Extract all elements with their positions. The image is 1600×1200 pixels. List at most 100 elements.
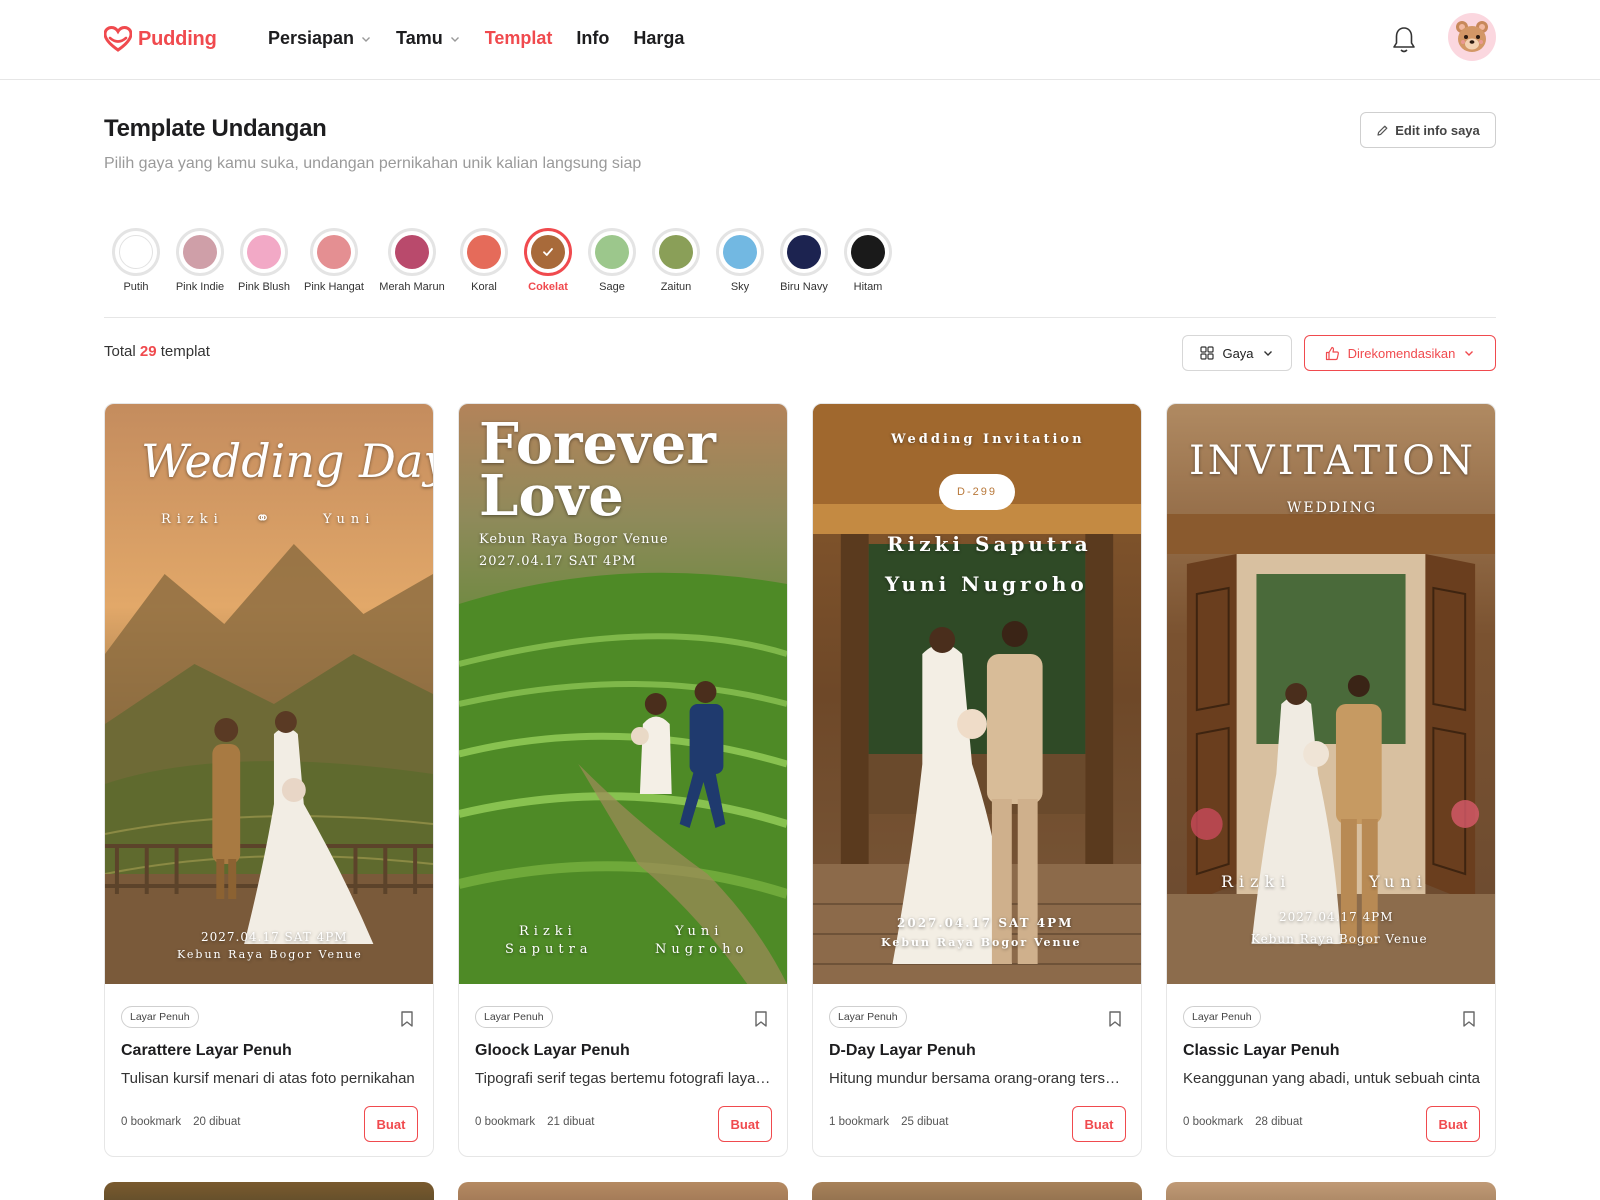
total-count: 29 (139, 343, 157, 360)
template-preview[interactable]: Wedding Day Rizki ⚭ Yuni 2027.04.17 SAT … (105, 404, 433, 984)
nav-item-harga[interactable]: Harga (633, 28, 684, 49)
chevron-down-icon (450, 36, 459, 42)
created-count: 28 dibuat (1255, 1116, 1303, 1128)
avatar[interactable] (1448, 13, 1496, 61)
card-title: Carattere Layar Penuh (121, 1042, 292, 1059)
edit-info-button[interactable]: Edit info saya (1360, 112, 1496, 148)
nav-item-persiapan[interactable]: Persiapan (268, 28, 372, 49)
top-navigation-bar: Pudding Persiapan Tamu Templat Info Harg… (0, 0, 1600, 80)
bookmark-count: 0 bookmark (475, 1116, 536, 1128)
bookmark-icon[interactable] (753, 1010, 769, 1028)
nav-label: Info (576, 28, 610, 48)
swatch-color (851, 235, 885, 269)
nav-item-templat[interactable]: Templat (485, 28, 553, 49)
swatch-color (595, 235, 629, 269)
template-preview[interactable]: INVITATION WEDDING Rizki Yuni 2027.04.17… (1167, 404, 1495, 984)
edit-info-label: Edit info saya (1395, 122, 1480, 138)
main-nav: Persiapan Tamu Templat Info Harga (268, 28, 684, 49)
preview-photo (105, 404, 433, 984)
nav-label: Persiapan (268, 28, 355, 48)
nav-item-tamu[interactable]: Tamu (396, 28, 461, 49)
template-card-partial[interactable] (104, 1182, 434, 1200)
template-preview[interactable]: Forever Love Kebun Raya Bogor Venue 2027… (459, 404, 787, 984)
pencil-icon (1377, 125, 1388, 136)
card-body: Layar Penuh Gloock Layar Penuh Tipografi… (459, 984, 787, 1156)
page-subtitle: Pilih gaya yang kamu suka, undangan pern… (104, 155, 642, 172)
create-button[interactable]: Buat (718, 1106, 772, 1142)
layout-tag: Layar Penuh (1183, 1006, 1261, 1028)
bell-icon[interactable] (1390, 25, 1418, 55)
created-count: 21 dibuat (547, 1116, 595, 1128)
card-body: Layar Penuh Carattere Layar Penuh Tulisa… (105, 984, 433, 1156)
rings-icon: ⚭ (255, 508, 271, 528)
create-button[interactable]: Buat (1072, 1106, 1126, 1142)
swatch-color (247, 235, 281, 269)
layout-tag: Layar Penuh (829, 1006, 907, 1028)
template-card-partial[interactable] (458, 1182, 788, 1200)
preview-photo (1167, 404, 1495, 984)
bookmark-icon[interactable] (1461, 1010, 1477, 1028)
preview-groom: Rizki (161, 512, 224, 527)
create-button[interactable]: Buat (1426, 1106, 1480, 1142)
template-card[interactable]: Wedding Invitation D-299 Rizki Saputra Y… (812, 403, 1142, 1157)
style-filter-button[interactable]: Gaya (1182, 335, 1292, 371)
swatch-color (531, 235, 565, 269)
template-card-partial[interactable] (812, 1182, 1142, 1200)
card-body: Layar Penuh Classic Layar Penuh Keanggun… (1167, 984, 1495, 1156)
swatch-ring (716, 228, 764, 276)
preview-date: 2027.04.17 SAT 4PM (479, 554, 637, 569)
template-card[interactable]: Wedding Day Rizki ⚭ Yuni 2027.04.17 SAT … (104, 403, 434, 1157)
card-description: Keanggunan yang abadi, untuk sebuah cint… (1183, 1070, 1480, 1087)
card-description: Tulisan kursif menari di atas foto perni… (121, 1070, 415, 1087)
preview-bride-last: Nugroho (655, 942, 749, 957)
nav-label: Harga (633, 28, 685, 48)
swatch-ring (388, 228, 436, 276)
style-filter-label: Gaya (1222, 345, 1254, 361)
layout-tag: Layar Penuh (475, 1006, 553, 1028)
template-card-partial[interactable] (1166, 1182, 1496, 1200)
swatch-color (183, 235, 217, 269)
brand-logo[interactable]: Pudding (104, 26, 217, 52)
chevron-down-icon (1465, 351, 1474, 356)
create-button[interactable]: Buat (364, 1106, 418, 1142)
chevron-down-icon (362, 36, 371, 42)
swatch-color (659, 235, 693, 269)
bookmark-icon[interactable] (399, 1010, 415, 1028)
template-card[interactable]: Forever Love Kebun Raya Bogor Venue 2027… (458, 403, 788, 1157)
bookmark-count: 1 bookmark (829, 1116, 890, 1128)
card-title: D-Day Layar Penuh (829, 1042, 976, 1059)
preview-headline-2: Love (479, 463, 624, 529)
nav-label: Templat (484, 28, 553, 48)
section-divider (104, 317, 1496, 318)
preview-venue: Kebun Raya Bogor Venue (1251, 932, 1428, 946)
preview-bride: Yuni (1369, 872, 1428, 891)
preview-headline: INVITATION (1189, 438, 1476, 484)
swatch-color (317, 235, 351, 269)
template-card[interactable]: INVITATION WEDDING Rizki Yuni 2027.04.17… (1166, 403, 1496, 1157)
card-title: Classic Layar Penuh (1183, 1042, 1340, 1059)
check-icon (543, 248, 553, 256)
swatch-color (395, 235, 429, 269)
preview-bride-first: Yuni (675, 924, 724, 939)
bookmark-icon[interactable] (1107, 1010, 1123, 1028)
bookmark-count: 0 bookmark (1183, 1116, 1244, 1128)
swatch-ring (780, 228, 828, 276)
card-stats: 1 bookmark 25 dibuat (829, 1116, 948, 1128)
swatch-ring (176, 228, 224, 276)
template-preview[interactable]: Wedding Invitation D-299 Rizki Saputra Y… (813, 404, 1141, 984)
swatch-ring (588, 228, 636, 276)
heart-logo-icon (104, 26, 132, 52)
swatch-ring (460, 228, 508, 276)
sort-button[interactable]: Direkomendasikan (1304, 335, 1496, 371)
nav-item-info[interactable]: Info (576, 28, 609, 49)
preview-groom: Rizki Saputra (887, 532, 1092, 556)
swatch-ring (310, 228, 358, 276)
page-title: Template Undangan (104, 115, 327, 142)
preview-venue: Kebun Raya Bogor Venue (177, 948, 363, 961)
card-title: Gloock Layar Penuh (475, 1042, 630, 1059)
swatch-ring (524, 228, 572, 276)
preview-groom: Rizki (1221, 872, 1292, 891)
swatch-color (787, 235, 821, 269)
swatch-label: Pink Hangat (304, 281, 364, 293)
countdown-badge: D-299 (939, 474, 1015, 510)
